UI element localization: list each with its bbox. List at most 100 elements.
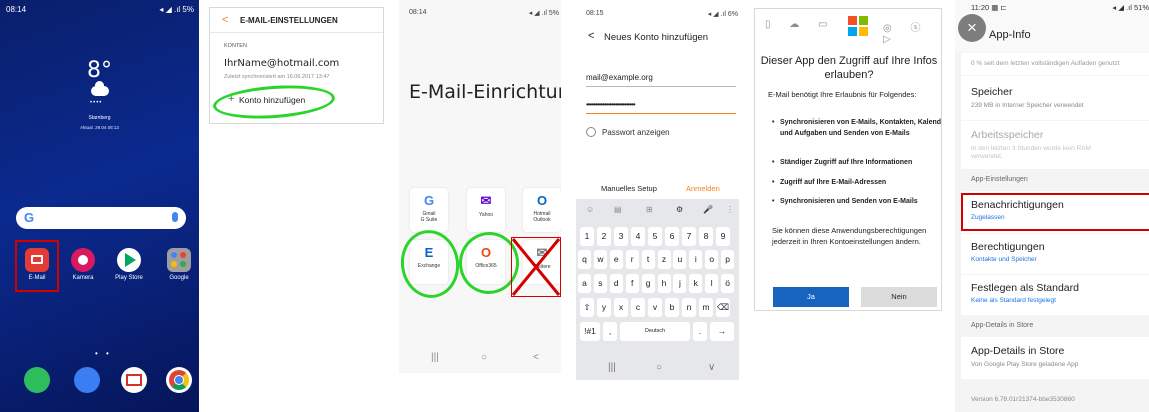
provider-gmail[interactable]: G Gmail G Suite xyxy=(410,188,448,232)
defaults-row[interactable]: Festlegen als Standard Keine als Standar… xyxy=(961,275,1149,315)
keyboard-key[interactable]: b xyxy=(665,298,679,317)
home-icon[interactable]: ○ xyxy=(481,352,487,363)
keyboard-key[interactable]: u xyxy=(673,250,687,269)
provider-label: Hotmail Outlook xyxy=(533,211,551,223)
keyboard-key[interactable]: 2 xyxy=(597,227,611,246)
keyboard-key[interactable]: f xyxy=(625,274,639,293)
provider-yahoo[interactable]: ✉ Yahoo xyxy=(467,188,505,232)
store-details-row[interactable]: App-Details in Store Von Google Play Sto… xyxy=(961,337,1149,379)
keyboard-key[interactable]: 4 xyxy=(631,227,645,246)
keyboard-key[interactable]: w xyxy=(593,250,607,269)
keyboard-key[interactable]: 9 xyxy=(716,227,730,246)
grid-icon[interactable]: ⊞ xyxy=(646,205,653,214)
accept-button[interactable]: Ja xyxy=(773,287,849,307)
highlight-box xyxy=(961,193,1149,231)
keyboard-key[interactable]: 6 xyxy=(665,227,679,246)
keyboard-key[interactable]: z xyxy=(657,250,671,269)
battery-row[interactable]: 0 % seit dem letzten vollständigen Aufla… xyxy=(961,53,1149,75)
mic-icon[interactable]: 🎤 xyxy=(703,205,713,214)
keyboard-key[interactable]: e xyxy=(609,250,623,269)
provider-hotmail[interactable]: O Hotmail Outlook xyxy=(523,188,561,232)
keyboard-key[interactable]: !#1 xyxy=(580,322,600,341)
keyboard: ☺ ▤ ⊞ ⚙ 🎤 ⋮ 123456789 qwertzuiop asdfghjkl… xyxy=(576,199,739,380)
permissions-row[interactable]: Berechtigungen Kontakte und Speicher xyxy=(961,234,1149,274)
keyboard-key[interactable]: l xyxy=(705,274,719,293)
recent-apps-icon[interactable]: ||| xyxy=(431,352,439,363)
keyboard-key[interactable]: , xyxy=(603,322,617,341)
more-icon[interactable]: ⋮ xyxy=(726,205,734,214)
store-details-subtitle: Von Google Play Store geladene App xyxy=(971,361,1079,368)
show-password-radio[interactable] xyxy=(586,127,596,137)
keyboard-key[interactable]: r xyxy=(625,250,639,269)
keyboard-key[interactable]: x xyxy=(614,298,628,317)
keyboard-key[interactable]: p xyxy=(721,250,735,269)
outlook-icon: O xyxy=(536,193,548,208)
keyboard-key[interactable]: 3 xyxy=(614,227,628,246)
memory-row[interactable]: Arbeitsspeicher In den letzten 3 Stunden… xyxy=(961,121,1149,169)
provider-label: Gmail G Suite xyxy=(420,211,438,223)
keyboard-key[interactable]: d xyxy=(609,274,623,293)
crossed-out-box xyxy=(511,237,561,297)
emoji-icon[interactable]: ☺ xyxy=(586,205,594,214)
keyboard-key[interactable]: → xyxy=(710,322,734,341)
back-arrow-icon[interactable]: < xyxy=(222,14,228,26)
permission-item: Ständiger Zugriff auf Ihre Informationen xyxy=(772,157,941,168)
decline-button[interactable]: Nein xyxy=(861,287,937,307)
keyboard-key[interactable]: s xyxy=(593,274,607,293)
account-address[interactable]: IhrName@hotmail.com xyxy=(224,58,339,69)
keyboard-key[interactable]: y xyxy=(597,298,611,317)
password-field[interactable]: ••••••••••••••••••••••••••• xyxy=(586,100,636,109)
mic-icon[interactable] xyxy=(172,212,178,222)
keyboard-key[interactable]: ⇧ xyxy=(580,298,594,317)
phone-icon[interactable] xyxy=(24,367,50,393)
keyboard-key[interactable]: v xyxy=(648,298,662,317)
permission-dialog: ▯ ☁ ▭ ◎ ⓢ ▷ Dieser App den Zugriff auf I… xyxy=(754,8,942,311)
app-google[interactable]: Google xyxy=(161,248,197,281)
clipboard-icon[interactable]: ▤ xyxy=(614,205,622,214)
keyboard-key[interactable]: i xyxy=(689,250,703,269)
keyboard-key[interactable]: ⌫ xyxy=(716,298,730,317)
keyboard-key[interactable]: q xyxy=(578,250,591,269)
keyboard-key[interactable]: 5 xyxy=(648,227,662,246)
keyboard-key[interactable]: t xyxy=(641,250,655,269)
gmail-icon[interactable] xyxy=(121,367,147,393)
app-play-store[interactable]: Play Store xyxy=(111,248,147,281)
keyboard-key[interactable]: ö xyxy=(721,274,735,293)
highlight-circle xyxy=(399,226,464,302)
recent-apps-icon[interactable]: ||| xyxy=(608,362,616,373)
permission-item: Synchronisieren und Senden von E-Mails xyxy=(772,196,941,207)
manual-setup-button[interactable]: Manuelles Setup xyxy=(601,184,657,193)
settings-gear-icon[interactable]: ⚙ xyxy=(676,205,683,214)
google-search-bar[interactable]: G xyxy=(16,207,186,229)
keyboard-key[interactable]: 8 xyxy=(699,227,713,246)
email-field[interactable]: mail@example.org xyxy=(586,73,653,82)
keyboard-key[interactable]: . xyxy=(693,322,707,341)
keyboard-key[interactable]: n xyxy=(682,298,696,317)
keyboard-key[interactable]: j xyxy=(673,274,687,293)
close-icon[interactable]: × xyxy=(958,14,986,42)
store-details-title: App-Details in Store xyxy=(971,345,1065,357)
keyboard-key[interactable]: 7 xyxy=(682,227,696,246)
keyboard-key[interactable]: h xyxy=(657,274,671,293)
keyboard-key[interactable]: 1 xyxy=(580,227,594,246)
home-icon[interactable]: ○ xyxy=(656,362,662,373)
storage-row[interactable]: Speicher 239 MB in Interner Speicher ver… xyxy=(961,76,1149,120)
keyboard-key[interactable]: o xyxy=(705,250,719,269)
keyboard-key[interactable]: Deutsch xyxy=(620,322,690,341)
chrome-icon[interactable] xyxy=(166,367,192,393)
sign-in-button[interactable]: Anmelden xyxy=(686,184,720,193)
messages-icon[interactable] xyxy=(74,367,100,393)
keyboard-key[interactable]: c xyxy=(631,298,645,317)
hide-keyboard-icon[interactable]: ∨ xyxy=(708,362,715,373)
keyboard-key[interactable]: k xyxy=(689,274,703,293)
office-apps-icons: ▯ ☁ ▭ xyxy=(765,19,836,30)
back-icon[interactable]: < xyxy=(533,352,539,363)
keyboard-key[interactable]: m xyxy=(699,298,713,317)
storage-title: Speicher xyxy=(971,86,1013,98)
app-camera[interactable]: Kamera xyxy=(65,248,101,281)
keyboard-key[interactable]: a xyxy=(578,274,591,293)
back-arrow-icon[interactable]: < xyxy=(588,30,594,42)
keyboard-key[interactable]: g xyxy=(641,274,655,293)
weather-updated: Aktual. 29.04 08:13 xyxy=(80,125,119,130)
permission-question: Dieser App den Zugriff auf Ihre Infos er… xyxy=(760,55,938,81)
